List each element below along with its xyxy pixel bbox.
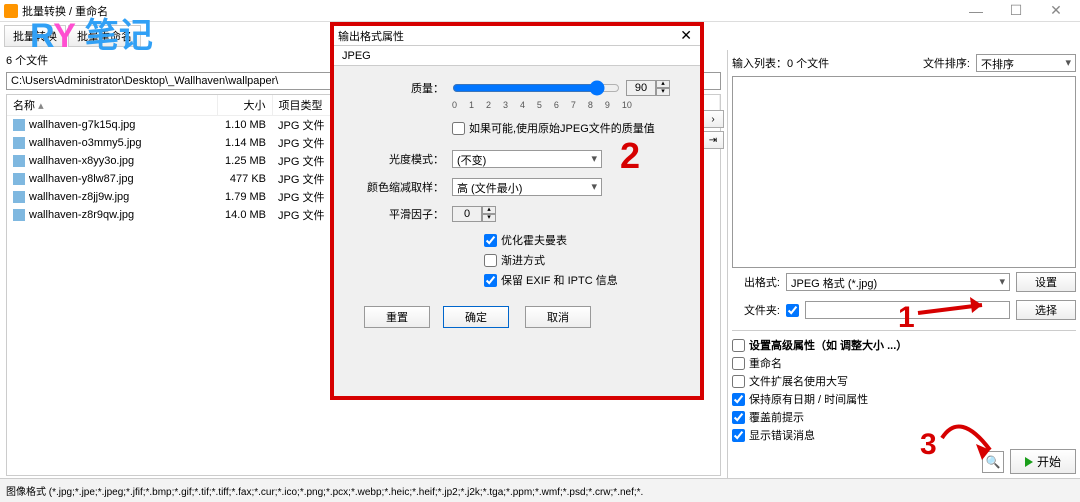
huffman-checkbox[interactable] (484, 234, 497, 247)
adv-checkbox[interactable] (732, 339, 745, 352)
transfer-buttons: › ⇥ (702, 110, 724, 149)
subsample-select[interactable]: 高 (文件最小) (452, 178, 602, 196)
format-select[interactable]: JPEG 格式 (*.jpg) (786, 273, 1010, 291)
dialog-tab-jpeg[interactable]: JPEG (334, 46, 700, 66)
sort-select[interactable]: 不排序 (976, 54, 1076, 72)
folder-checkbox[interactable] (786, 304, 799, 317)
tab-batch-rename[interactable]: 批量重命名 (68, 25, 141, 47)
file-icon (13, 173, 25, 185)
keepdate-checkbox[interactable] (732, 393, 745, 406)
tab-batch-convert[interactable]: 批量转换 (4, 25, 66, 47)
subsample-label: 颜色缩减取样： (364, 179, 444, 195)
file-icon (13, 119, 25, 131)
quality-value[interactable]: 90 (626, 80, 656, 96)
dialog-close-icon[interactable]: ✕ (676, 27, 696, 44)
smooth-label: 平滑因子： (364, 206, 444, 222)
grayscale-label: 光度模式： (364, 151, 444, 167)
magnifier-icon: 🔍 (986, 455, 1001, 469)
col-name[interactable]: 名称 ▴ (7, 95, 217, 116)
app-icon (4, 4, 18, 18)
file-icon (13, 155, 25, 167)
maximize-button[interactable]: ☐ (996, 0, 1036, 22)
showerr-checkbox[interactable] (732, 429, 745, 442)
window-title: 批量转换 / 重命名 (22, 3, 956, 19)
quality-spinner[interactable]: ▴▾ (656, 80, 670, 96)
quality-label: 质量： (364, 80, 444, 96)
folder-input[interactable] (805, 301, 1010, 319)
window-buttons: — ☐ ✕ (956, 0, 1076, 22)
settings-button[interactable]: 设置 (1016, 272, 1076, 292)
progressive-checkbox[interactable] (484, 254, 497, 267)
file-icon (13, 191, 25, 203)
dialog-title: 输出格式属性 (338, 28, 404, 44)
play-icon (1025, 457, 1033, 467)
rename-checkbox[interactable] (732, 357, 745, 370)
move-all-right-button[interactable]: ⇥ (702, 131, 724, 149)
titlebar: 批量转换 / 重命名 — ☐ ✕ (0, 0, 1080, 22)
file-icon (13, 209, 25, 221)
quality-slider[interactable] (452, 80, 620, 96)
cancel-button[interactable]: 取消 (525, 306, 591, 328)
move-right-button[interactable]: › (702, 110, 724, 128)
footer-formats: 图像格式 (*.jpg;*.jpe;*.jpeg;*.jfif;*.bmp;*.… (0, 478, 1080, 502)
reset-button[interactable]: 重置 (364, 306, 430, 328)
browse-button[interactable]: 选择 (1016, 300, 1076, 320)
exif-checkbox[interactable] (484, 274, 497, 287)
output-format-dialog: 输出格式属性 ✕ JPEG 质量： 90 ▴▾ 012345678910 如果可… (330, 22, 704, 400)
upperext-checkbox[interactable] (732, 375, 745, 388)
preview-button[interactable]: 🔍 (982, 451, 1004, 473)
smooth-spinner[interactable]: ▴▾ (482, 206, 496, 222)
quality-ticks: 012345678910 (452, 100, 632, 110)
use-orig-quality-checkbox[interactable] (452, 122, 465, 135)
file-icon (13, 137, 25, 149)
smooth-value[interactable]: 0 (452, 206, 482, 222)
folder-label: 文件夹: (732, 302, 780, 318)
sort-label: 文件排序: (923, 55, 970, 71)
annotation-2: 2 (620, 135, 640, 177)
start-button[interactable]: 开始 (1010, 449, 1076, 474)
grayscale-select[interactable]: (不变) (452, 150, 602, 168)
input-list-label: 输入列表：0 个文件 (732, 55, 829, 71)
ok-button[interactable]: 确定 (443, 306, 509, 328)
col-size[interactable]: 大小 (217, 95, 272, 116)
input-file-list[interactable] (732, 76, 1076, 268)
overwrite-checkbox[interactable] (732, 411, 745, 424)
right-pane: 输入列表：0 个文件 文件排序: 不排序 出格式: JPEG 格式 (*.jpg… (728, 50, 1080, 478)
format-label: 出格式: (732, 274, 780, 290)
close-button[interactable]: ✕ (1036, 0, 1076, 22)
adv-label: 设置高级属性（如 调整大小 ...） (749, 337, 907, 353)
minimize-button[interactable]: — (956, 0, 996, 22)
